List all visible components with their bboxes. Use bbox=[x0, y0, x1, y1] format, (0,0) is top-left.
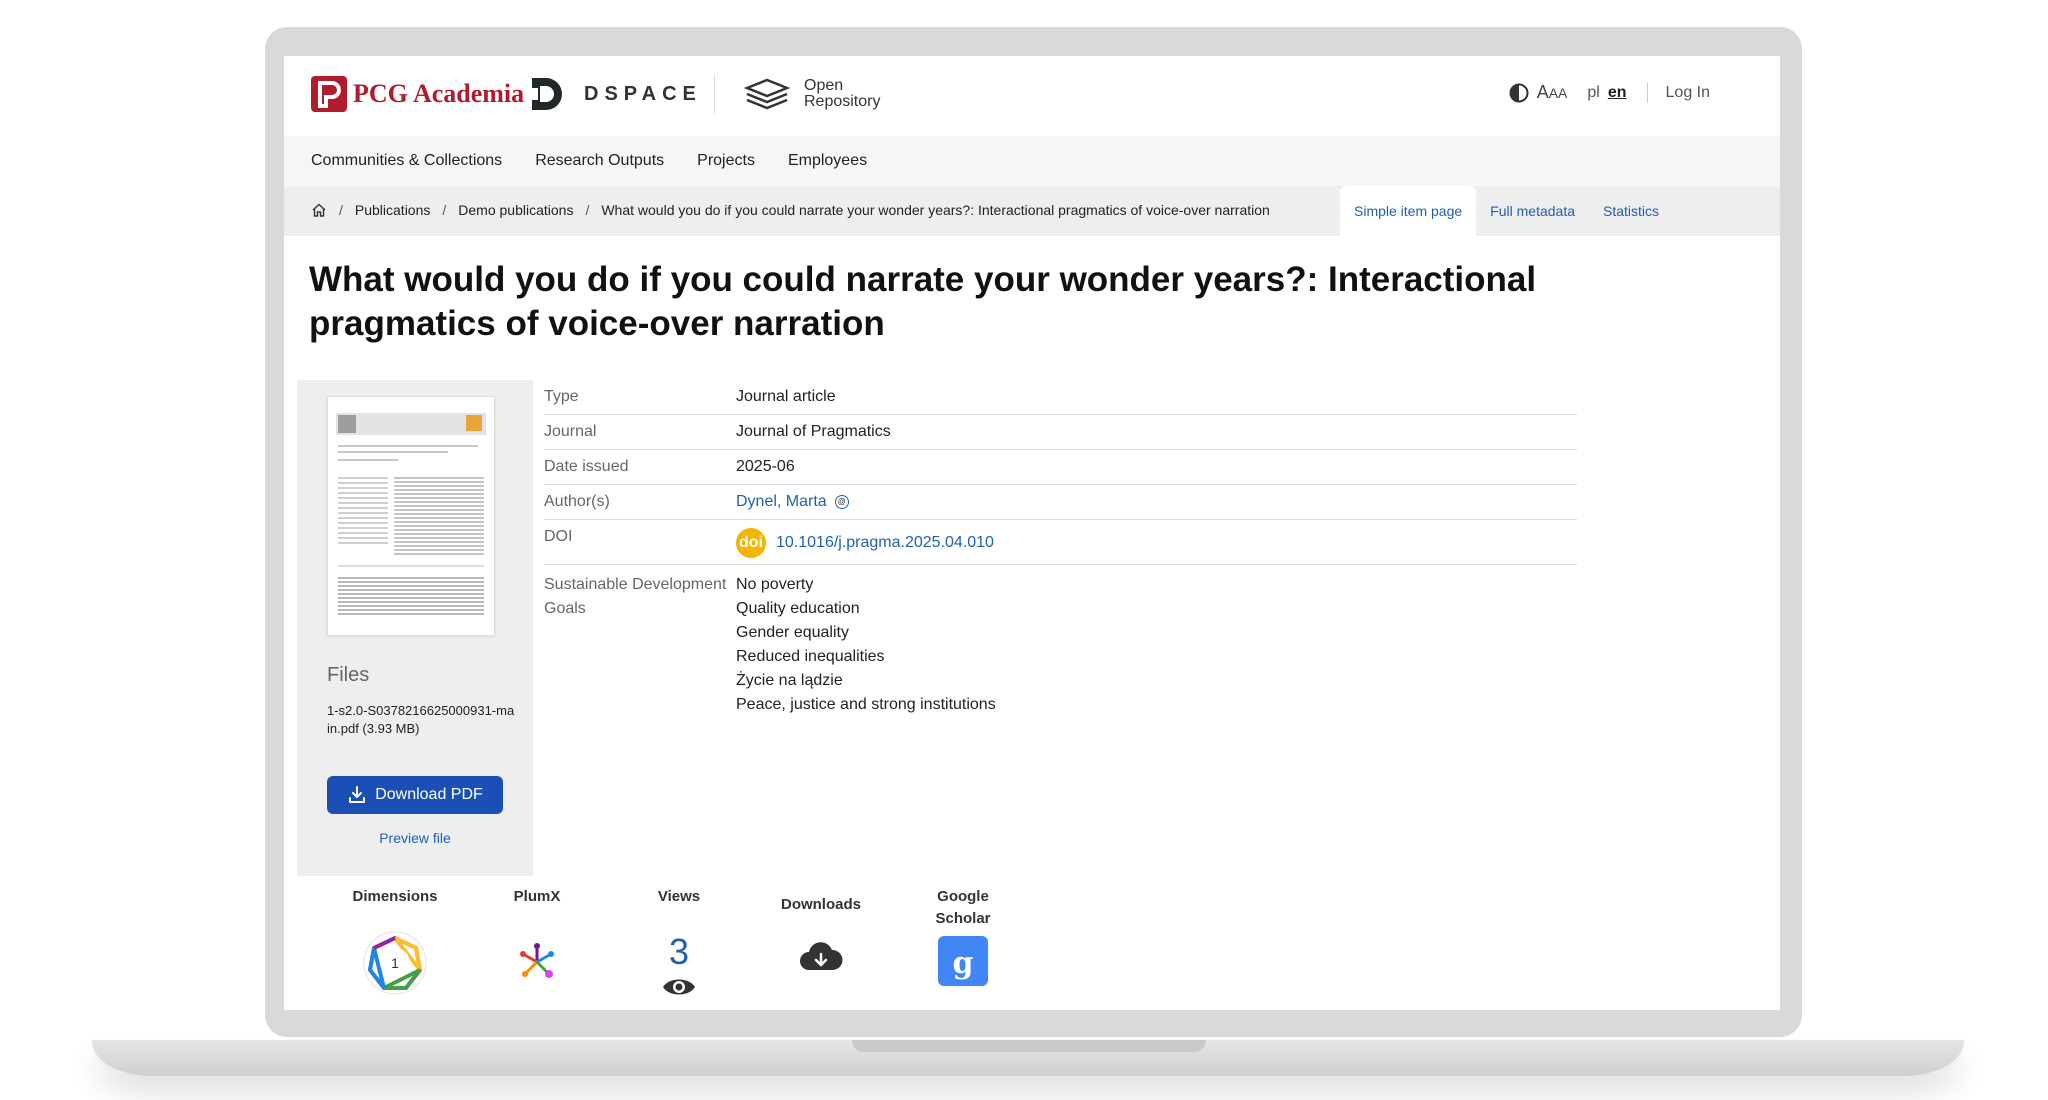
eye-icon bbox=[663, 979, 695, 995]
tab-statistics[interactable]: Statistics bbox=[1589, 186, 1673, 236]
author-link[interactable]: Dynel, Marta bbox=[736, 493, 827, 510]
metadata-value: 2025-06 bbox=[736, 458, 795, 475]
metadata-row-journal: Journal Journal of Pragmatics bbox=[544, 415, 1577, 450]
metric-downloads[interactable]: Downloads bbox=[750, 886, 892, 1000]
metric-label: Views bbox=[657, 888, 701, 905]
dspace-logo[interactable]: DSPACE bbox=[528, 74, 702, 114]
pcg-academia-logo[interactable]: PCG Academia bbox=[311, 76, 524, 112]
breadcrumb-bar: / Publications / Demo publications / Wha… bbox=[284, 186, 1780, 236]
download-pdf-label: Download PDF bbox=[375, 786, 483, 803]
sdg-item: Peace, justice and strong institutions bbox=[736, 696, 996, 713]
login-link[interactable]: Log In bbox=[1666, 84, 1710, 102]
metadata-value: doi 10.1016/j.pragma.2025.04.010 bbox=[736, 520, 994, 564]
breadcrumb-demo-publications[interactable]: Demo publications bbox=[458, 202, 573, 218]
doi-link[interactable]: 10.1016/j.pragma.2025.04.010 bbox=[776, 534, 994, 551]
metric-views[interactable]: Views 3 bbox=[608, 886, 750, 1000]
metric-plumx[interactable]: PlumX bbox=[466, 886, 608, 1000]
header-controls: AAA pl en Log In bbox=[1509, 82, 1710, 103]
breadcrumb-separator: / bbox=[339, 202, 343, 218]
metadata-row-date: Date issued 2025-06 bbox=[544, 450, 1577, 485]
metric-label: PlumX bbox=[513, 888, 561, 905]
metadata-key: Type bbox=[544, 388, 579, 405]
breadcrumb-current: What would you do if you could narrate y… bbox=[601, 202, 1270, 218]
open-repository-logo[interactable]: Open Repository bbox=[744, 76, 880, 112]
breadcrumb-separator: / bbox=[585, 202, 590, 218]
open-line-2: Repository bbox=[804, 93, 881, 110]
lang-en[interactable]: en bbox=[1608, 84, 1627, 102]
download-icon bbox=[349, 786, 366, 803]
font-size-toggle[interactable]: AAA bbox=[1537, 82, 1568, 103]
logo-divider bbox=[714, 74, 715, 114]
item-view-tabs: Simple item page Full metadata Statistic… bbox=[1340, 186, 1673, 236]
laptop-notch bbox=[852, 1040, 1206, 1052]
doi-icon: doi bbox=[736, 528, 766, 558]
author-profile-icon[interactable]: @ bbox=[834, 494, 849, 509]
metric-dimensions[interactable]: Dimensions 1 bbox=[324, 886, 466, 1000]
files-heading: Files bbox=[327, 664, 370, 686]
metric-label: Downloads bbox=[780, 896, 861, 913]
metadata-key: DOI bbox=[544, 528, 573, 545]
metadata-row-authors: Author(s) Dynel, Marta @ bbox=[544, 485, 1577, 520]
metadata-row-doi: DOI doi 10.1016/j.pragma.2025.04.010 bbox=[544, 520, 1577, 565]
sdg-item: Życie na lądzie bbox=[736, 672, 843, 689]
metadata-value: Journal article bbox=[736, 388, 836, 405]
breadcrumb: / Publications / Demo publications / Wha… bbox=[311, 202, 1270, 218]
home-icon[interactable] bbox=[311, 202, 327, 218]
page-title: What would you do if you could narrate y… bbox=[309, 260, 1537, 343]
views-count: 3 bbox=[668, 931, 690, 972]
preview-file-link[interactable]: Preview file bbox=[327, 830, 503, 846]
file-name[interactable]: 1-s2.0-S0378216625000931-main.pdf (3.93 … bbox=[327, 702, 517, 738]
svg-text:g: g bbox=[953, 946, 974, 981]
plumx-icon[interactable] bbox=[515, 940, 559, 984]
breadcrumb-separator: / bbox=[442, 202, 447, 218]
contrast-icon[interactable] bbox=[1509, 83, 1529, 103]
sdg-list: No poverty Quality education Gender equa… bbox=[736, 565, 996, 725]
site-header: PCG Academia DSPACE Open Repository AAA … bbox=[284, 56, 1780, 136]
metadata-key: Journal bbox=[544, 423, 597, 440]
header-divider bbox=[1646, 82, 1648, 103]
metadata-value: Journal of Pragmatics bbox=[736, 423, 891, 440]
cloud-download-icon bbox=[800, 942, 843, 970]
dimensions-badge-icon[interactable]: 1 bbox=[362, 930, 428, 996]
metric-google-scholar[interactable]: Google Scholar g bbox=[892, 886, 1034, 1000]
tab-simple-item-page[interactable]: Simple item page bbox=[1340, 186, 1477, 236]
metadata-row-sdg: Sustainable Development Goals No poverty… bbox=[544, 565, 1577, 725]
dspace-logo-icon bbox=[528, 78, 562, 110]
nav-research-outputs[interactable]: Research Outputs bbox=[535, 152, 664, 170]
sdg-item: Reduced inequalities bbox=[736, 648, 885, 665]
dimensions-value: 1 bbox=[391, 955, 399, 971]
breadcrumb-publications[interactable]: Publications bbox=[355, 202, 431, 218]
pcg-brand-text: PCG Academia bbox=[353, 79, 525, 108]
metadata-key: Author(s) bbox=[544, 493, 610, 510]
google-scholar-icon[interactable]: g bbox=[938, 936, 988, 986]
nav-communities[interactable]: Communities & Collections bbox=[311, 152, 502, 170]
font-size-small: AA bbox=[1548, 85, 1568, 101]
font-size-big: A bbox=[1536, 82, 1549, 102]
metadata-key: Date issued bbox=[544, 458, 629, 475]
open-repository-icon bbox=[744, 78, 790, 110]
metadata-row-type: Type Journal article bbox=[544, 380, 1577, 415]
metadata-value: Dynel, Marta @ bbox=[736, 485, 849, 519]
download-pdf-button[interactable]: Download PDF bbox=[327, 776, 503, 814]
main-nav: Communities & Collections Research Outpu… bbox=[284, 136, 1780, 186]
sdg-item: Gender equality bbox=[736, 624, 849, 641]
lang-pl[interactable]: pl bbox=[1587, 84, 1599, 102]
sdg-item: Quality education bbox=[736, 600, 860, 617]
browser-screen: PCG Academia DSPACE Open Repository AAA … bbox=[284, 56, 1780, 1010]
metric-label: Google Scholar bbox=[935, 888, 991, 927]
pcg-logo-icon bbox=[311, 76, 347, 112]
metadata-key: Sustainable Development Goals bbox=[544, 576, 727, 617]
document-thumbnail[interactable] bbox=[327, 396, 495, 636]
metrics-bar: Dimensions 1 PlumX Views 3 Downloads Goo… bbox=[324, 886, 1034, 1000]
sdg-item: No poverty bbox=[736, 576, 814, 593]
files-panel: Files 1-s2.0-S0378216625000931-main.pdf … bbox=[297, 380, 533, 876]
dspace-text: DSPACE bbox=[584, 82, 702, 105]
nav-employees[interactable]: Employees bbox=[788, 152, 867, 170]
nav-projects[interactable]: Projects bbox=[697, 152, 755, 170]
tab-full-metadata[interactable]: Full metadata bbox=[1476, 186, 1589, 236]
metadata-table: Type Journal article Journal Journal of … bbox=[544, 380, 1577, 725]
open-line-1: Open bbox=[804, 77, 844, 94]
metric-label: Dimensions bbox=[352, 888, 438, 905]
open-repository-text: Open Repository bbox=[804, 78, 880, 110]
